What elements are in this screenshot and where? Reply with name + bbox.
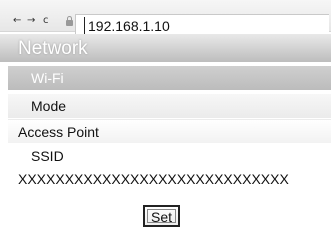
mode-row: Mode (8, 94, 331, 118)
page-title: Network (18, 38, 88, 59)
text-cursor (84, 17, 85, 34)
network-header: Network (0, 34, 331, 62)
reload-icon[interactable]: c (43, 16, 49, 26)
url-bar[interactable]: 192.168.1.10 (75, 14, 329, 36)
mode-label: Mode (31, 98, 67, 114)
ssid-input[interactable]: XXXXXXXXXXXXXXXXXXXXXXXXXXXXX (8, 167, 331, 191)
back-icon[interactable]: ← (13, 16, 21, 26)
section-title: Wi-Fi (31, 70, 64, 86)
forward-icon[interactable]: → (27, 16, 35, 26)
url-text: 192.168.1.10 (88, 18, 170, 34)
ssid-value: XXXXXXXXXXXXXXXXXXXXXXXXXXXXX (18, 171, 289, 187)
lock-icon (66, 16, 73, 26)
set-button[interactable]: Set (143, 205, 180, 227)
mode-select[interactable]: Access Point (8, 119, 331, 143)
mode-value: Access Point (18, 124, 99, 140)
ssid-label: SSID (31, 148, 64, 164)
wifi-section-header: Wi-Fi (8, 66, 331, 90)
browser-toolbar: ← → c 192.168.1.10 (0, 0, 331, 36)
